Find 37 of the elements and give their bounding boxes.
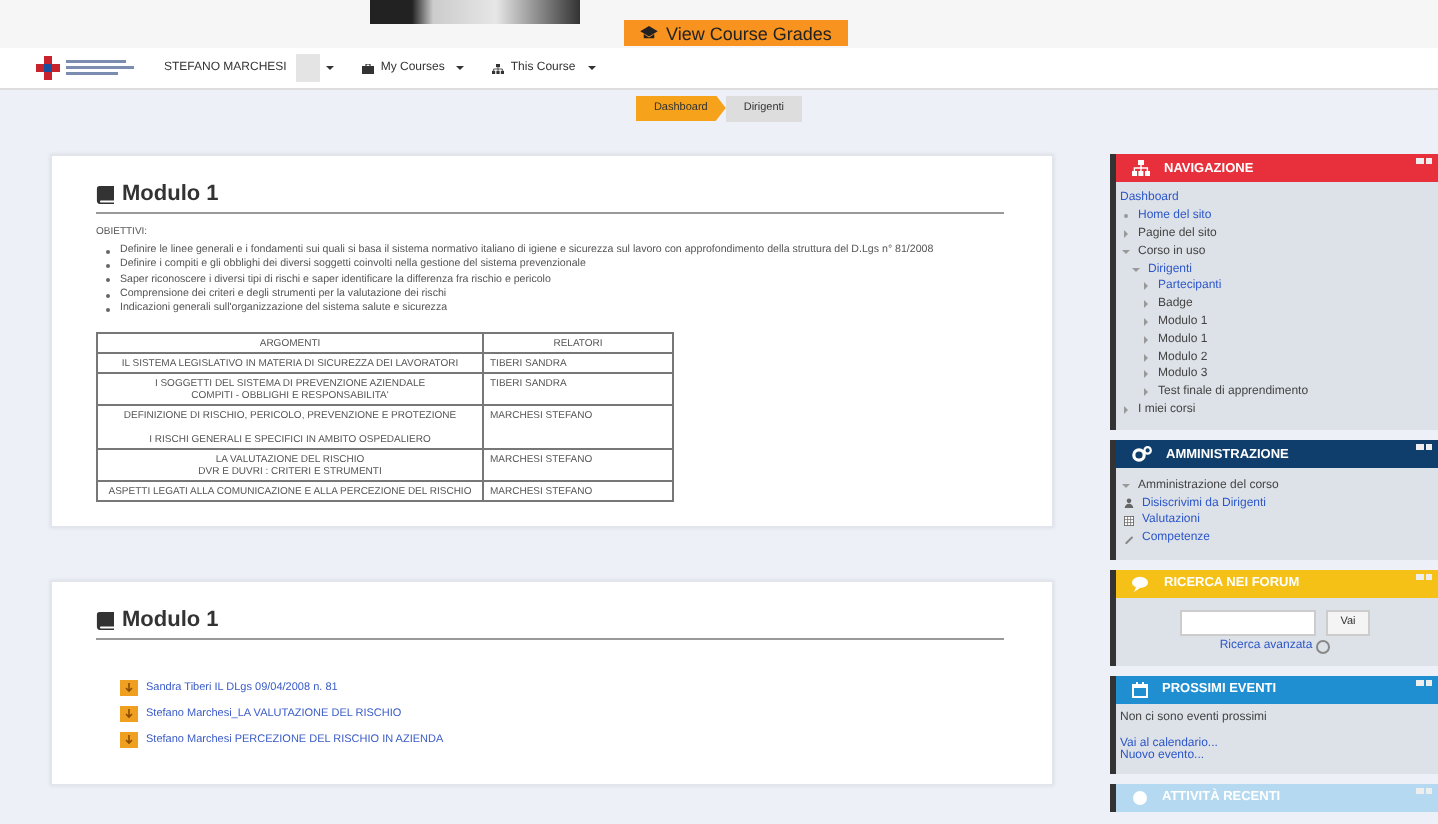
book-icon — [96, 185, 114, 203]
pencil-icon — [1124, 531, 1134, 546]
hospital-logo — [36, 54, 140, 82]
collapsed-arrow-icon[interactable] — [1143, 317, 1147, 326]
search-field[interactable] — [1180, 609, 1317, 636]
sitemap-icon — [1132, 160, 1150, 176]
expanded-arrow-icon[interactable] — [1121, 483, 1129, 488]
file-icon — [120, 732, 138, 749]
help-icon[interactable] — [1316, 639, 1331, 654]
collapsed-arrow-icon[interactable] — [1143, 335, 1147, 344]
collapsed-arrow-icon[interactable] — [1143, 370, 1147, 379]
graduation-cap-icon — [640, 26, 658, 40]
collapsed-arrow-icon[interactable] — [1143, 388, 1147, 397]
file-icon — [120, 680, 138, 697]
collapsed-arrow-icon[interactable] — [1143, 282, 1147, 291]
briefcase-icon — [362, 63, 375, 73]
gears-icon — [1132, 446, 1152, 463]
file-icon — [120, 706, 138, 723]
person-icon — [1124, 496, 1134, 511]
block-controls-icon[interactable] — [1416, 444, 1432, 451]
caret-icon[interactable] — [326, 66, 335, 70]
view-grades-button[interactable]: View Course Grades — [624, 20, 848, 46]
caret-icon — [456, 66, 465, 70]
collapsed-arrow-icon[interactable] — [1123, 229, 1127, 238]
expanded-arrow-icon[interactable] — [1131, 267, 1139, 272]
calendar-icon — [1132, 681, 1148, 698]
sitemap-icon — [492, 63, 505, 73]
collapsed-arrow-icon[interactable] — [1143, 353, 1147, 362]
expanded-arrow-icon[interactable] — [1121, 249, 1129, 254]
section-title: Modulo 1 — [96, 598, 1004, 641]
collapsed-arrow-icon[interactable] — [1143, 300, 1147, 309]
table-icon — [1124, 513, 1134, 528]
book-icon — [96, 611, 114, 630]
collapsed-arrow-icon[interactable] — [1123, 405, 1127, 414]
section-title: Modulo 1 — [96, 172, 1004, 214]
comments-icon — [1132, 575, 1150, 592]
caret-icon — [587, 66, 596, 70]
